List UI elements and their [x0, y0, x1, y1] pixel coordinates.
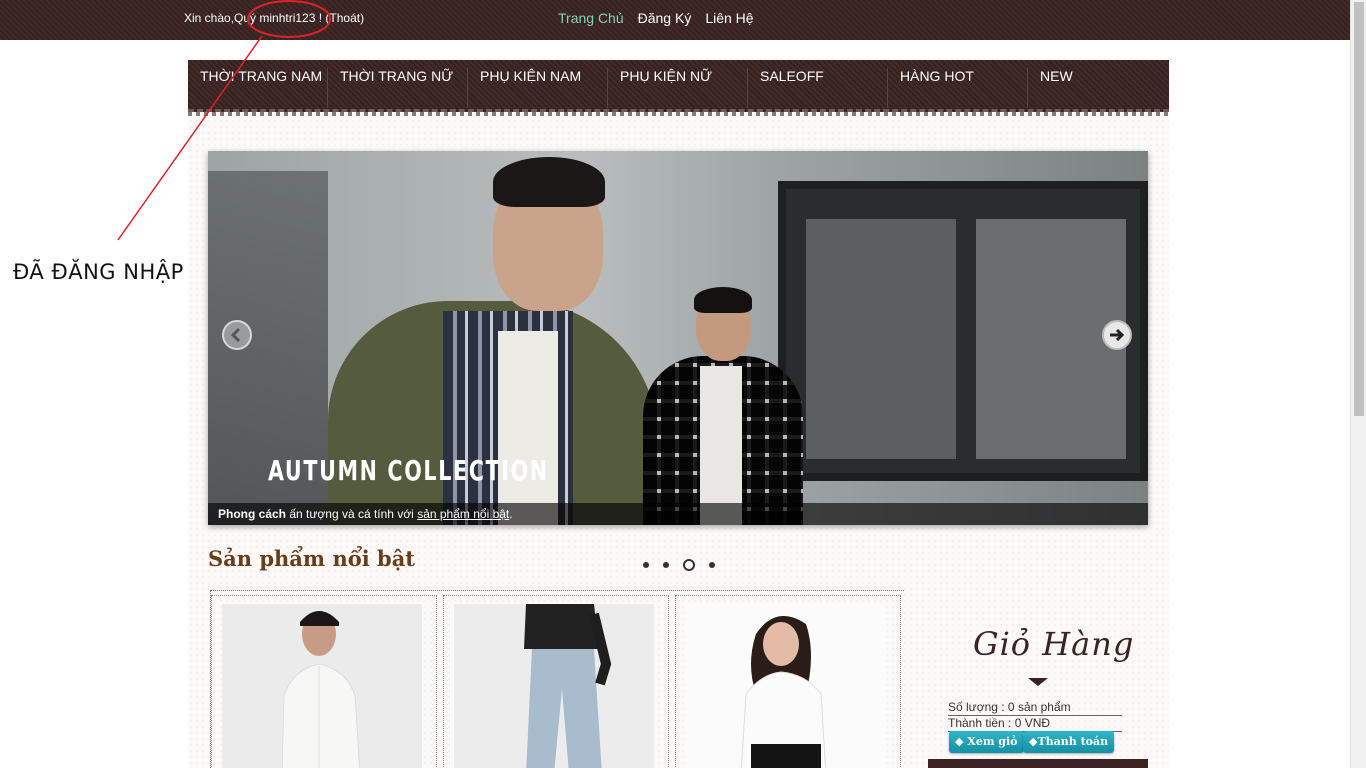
view-cart-button[interactable]: ◆ Xem giỏ — [949, 731, 1024, 753]
category-menu: THỜI TRANG NAM THỜI TRANG NỮ PHỤ KIỆN NA… — [188, 60, 1169, 116]
product-image[interactable] — [454, 604, 654, 768]
arrow-right-icon — [1110, 328, 1125, 342]
featured-section-title: Sản phẩm nổi bật — [208, 546, 415, 571]
product-image[interactable] — [686, 604, 886, 768]
cart-quantity: Số lượng : 0 sản phẩm — [948, 700, 1122, 716]
cart-widget: Giỏ Hàng Số lượng : 0 sản phẩm Thành tiề… — [928, 613, 1148, 768]
cart-footer — [928, 759, 1148, 768]
banner-caption-text: ấn tượng và cá tính với — [286, 507, 418, 521]
banner-image-part — [498, 331, 558, 525]
nav-register-link[interactable]: Đăng Ký — [638, 10, 692, 26]
banner-caption: Phong cách ấn tượng và cá tính với sản p… — [218, 507, 513, 521]
product-card[interactable] — [211, 595, 437, 768]
scrollbar-thumb[interactable] — [1354, 2, 1364, 416]
product-image[interactable] — [222, 604, 422, 768]
annotation-label: ĐÃ ĐĂNG NHẬP — [13, 260, 184, 284]
slider-dots — [643, 559, 715, 571]
page-container: THỜI TRANG NAM THỜI TRANG NỮ PHỤ KIỆN NA… — [188, 58, 1169, 768]
banner-image-part — [700, 366, 742, 525]
banner-caption-end: . — [509, 507, 513, 521]
slider-prev-button[interactable] — [222, 320, 252, 350]
slider-dot-4[interactable] — [709, 562, 715, 568]
menu-item-women-fashion[interactable]: THỜI TRANG NỮ — [328, 68, 468, 108]
arrow-left-icon — [230, 327, 241, 343]
product-image-graphic — [686, 604, 886, 768]
banner-image-part — [694, 287, 752, 313]
banner-title: AUTUMN COLLECTION — [268, 454, 549, 487]
top-nav: Trang Chủ Đăng Ký Liên Hệ — [558, 10, 754, 26]
top-bar: Xin chào,Quý minhtri123 ! (Thoát) Trang … — [0, 0, 1350, 40]
menu-item-women-accessories[interactable]: PHỤ KIỆN NỮ — [608, 68, 748, 108]
cart-arrow-icon — [1028, 678, 1048, 686]
menu-item-saleoff[interactable]: SALEOFF — [748, 68, 888, 108]
banner-slider: AUTUMN COLLECTION Phong cách ấn tượng và… — [208, 151, 1148, 525]
featured-products — [210, 590, 904, 768]
menu-item-hot[interactable]: HÀNG HOT — [888, 68, 1028, 108]
greeting-text: Xin chào,Quý minhtri123 ! (Thoát) — [184, 11, 365, 25]
page-scrollbar[interactable] — [1350, 0, 1366, 768]
cart-total: Thành tiền : 0 VNĐ — [948, 716, 1122, 732]
slider-next-button[interactable] — [1102, 320, 1132, 350]
view-cart-label: Xem giỏ — [967, 735, 1018, 748]
banner-image-part — [778, 181, 1148, 481]
product-card[interactable] — [675, 595, 901, 768]
nav-contact-link[interactable]: Liên Hệ — [705, 10, 753, 26]
product-image-graphic — [222, 604, 422, 768]
slider-dot-1[interactable] — [643, 562, 649, 568]
checkout-label: Thanh toán — [1037, 735, 1109, 748]
cart-title: Giỏ Hàng — [973, 625, 1135, 663]
checkout-button[interactable]: ◆Thanh toán — [1023, 731, 1115, 753]
product-image-graphic — [454, 604, 654, 768]
slider-dot-3[interactable] — [683, 559, 695, 571]
nav-home-link[interactable]: Trang Chủ — [558, 10, 624, 26]
product-card[interactable] — [443, 595, 669, 768]
banner-caption-bold: Phong cách — [218, 507, 287, 521]
menu-item-men-accessories[interactable]: PHỤ KIỆN NAM — [468, 68, 608, 108]
menu-item-new[interactable]: NEW — [1028, 68, 1168, 108]
banner-caption-bar: Phong cách ấn tượng và cá tính với sản p… — [208, 503, 1148, 525]
banner-caption-link[interactable]: sản phẩm nổi bật — [417, 507, 509, 521]
menu-item-men-fashion[interactable]: THỜI TRANG NAM — [188, 68, 328, 108]
banner-image-part — [806, 219, 956, 459]
slider-dot-2[interactable] — [663, 562, 669, 568]
banner-image-part — [493, 157, 605, 207]
